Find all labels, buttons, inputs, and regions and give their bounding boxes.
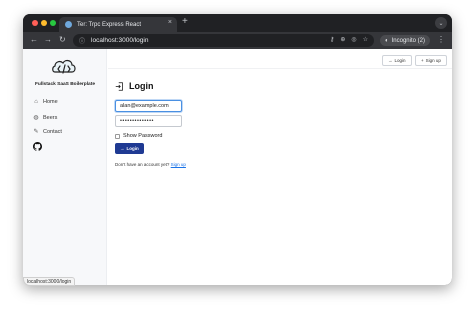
back-arrow-icon[interactable]: ← xyxy=(30,35,38,44)
zoom-icon[interactable]: ⊕ xyxy=(340,36,345,43)
home-icon: ⌂ xyxy=(34,99,38,105)
sidebar: Fullstack SaaS Boilerplate ⌂ Home ◍ Beer… xyxy=(23,49,107,285)
browser-window: Ter: Trpc Express React × + ⌄ ← → ↻ ⓘ lo… xyxy=(23,14,452,285)
sidebar-item-contact[interactable]: ✎ Contact xyxy=(33,128,62,136)
sidebar-item-label: Home xyxy=(43,99,58,105)
address-bar-actions: ⚷ ⊕ ◎ ☆ xyxy=(330,36,368,43)
tab-title: Ter: Trpc Express React xyxy=(77,21,142,28)
header-login-button[interactable]: → Login xyxy=(382,55,412,66)
login-submit-button[interactable]: → Login xyxy=(115,143,144,154)
tab-close-icon[interactable]: × xyxy=(168,19,172,26)
maximize-window-button[interactable] xyxy=(50,20,56,26)
header-signup-button[interactable]: + Sign up xyxy=(415,55,447,66)
page-title: Login xyxy=(115,81,154,91)
eye-off-icon[interactable]: ◎ xyxy=(351,36,356,43)
sidebar-item-label: Contact xyxy=(43,128,62,135)
bookmark-star-icon[interactable]: ☆ xyxy=(363,36,368,43)
login-icon xyxy=(115,81,123,91)
header-login-label: Login xyxy=(394,58,406,63)
pencil-icon: ✎ xyxy=(33,129,39,135)
login-arrow-icon: → xyxy=(120,146,125,151)
incognito-badge[interactable]: ◐ Incognito (2) xyxy=(380,35,430,46)
new-tab-button[interactable]: + xyxy=(182,16,188,27)
address-bar[interactable]: ⓘ localhost:3000/login ⚷ ⊕ ◎ ☆ xyxy=(73,34,374,47)
signup-prompt-text: Don't have an account yet? xyxy=(115,162,170,167)
sidebar-item-home[interactable]: ⌂ Home xyxy=(33,99,58,105)
url-text: localhost:3000/login xyxy=(91,37,149,44)
header-signup-label: Sign up xyxy=(425,58,441,63)
signup-prompt: Don't have an account yet? Sign up xyxy=(115,162,186,167)
page-title-text: Login xyxy=(129,81,154,91)
incognito-icon: ◐ xyxy=(385,37,389,44)
github-icon[interactable] xyxy=(33,142,42,151)
tab-search-button[interactable]: ⌄ xyxy=(435,17,447,29)
user-plus-icon: + xyxy=(421,58,424,63)
beer-icon: ◍ xyxy=(33,115,39,121)
show-password-checkbox[interactable] xyxy=(115,133,120,139)
minimize-window-button[interactable] xyxy=(41,20,47,26)
show-password-label: Show Password xyxy=(123,133,163,139)
sidebar-item-beers[interactable]: ◍ Beers xyxy=(33,114,58,122)
tab-strip: Ter: Trpc Express React × + ⌄ xyxy=(23,14,452,32)
signup-link[interactable]: Sign up xyxy=(171,162,186,167)
site-info-icon[interactable]: ⓘ xyxy=(79,36,85,45)
login-submit-label: Login xyxy=(126,146,139,151)
sidebar-item-label: Beers xyxy=(43,114,58,121)
show-password-toggle[interactable]: Show Password xyxy=(115,133,162,139)
top-bar: → Login + Sign up xyxy=(108,49,452,69)
close-window-button[interactable] xyxy=(32,20,38,26)
reload-icon[interactable]: ↻ xyxy=(59,35,66,44)
more-menu-icon[interactable]: ⋮ xyxy=(437,35,445,44)
login-arrow-icon: → xyxy=(388,58,393,63)
status-bar: localhost:3000/login xyxy=(23,277,76,286)
password-field[interactable] xyxy=(115,115,182,127)
brand-name: Fullstack SaaS Boilerplate xyxy=(35,82,95,87)
browser-tab[interactable]: Ter: Trpc Express React × xyxy=(59,17,177,32)
page-content: Fullstack SaaS Boilerplate ⌂ Home ◍ Beer… xyxy=(23,49,452,285)
browser-toolbar: ← → ↻ ⓘ localhost:3000/login ⚷ ⊕ ◎ ☆ ◐ I… xyxy=(23,32,452,49)
email-field[interactable] xyxy=(115,100,182,112)
key-icon[interactable]: ⚷ xyxy=(330,36,334,43)
incognito-label: Incognito (2) xyxy=(391,37,425,44)
favicon-icon xyxy=(65,21,72,28)
logo-icon xyxy=(52,59,76,74)
forward-arrow-icon[interactable]: → xyxy=(44,35,52,44)
